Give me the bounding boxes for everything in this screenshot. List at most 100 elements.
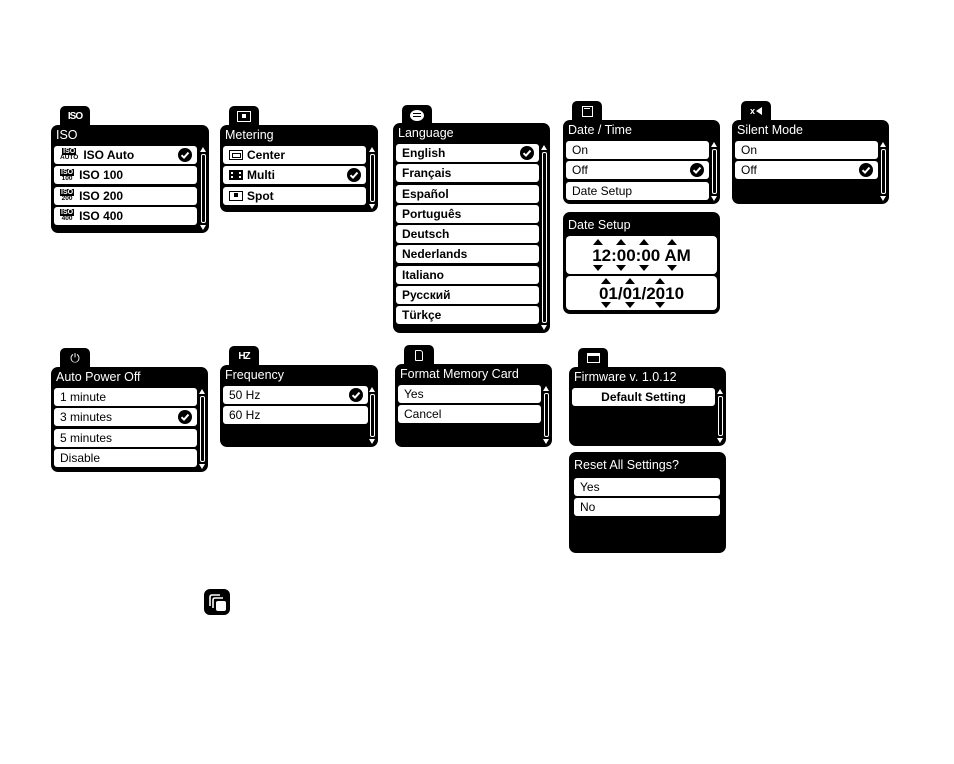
panel-title: ISO: [56, 128, 78, 142]
check-icon: [178, 410, 192, 425]
scrollbar[interactable]: [711, 142, 718, 201]
menu-item-iso-auto[interactable]: ISO AUTO ISO Auto: [54, 146, 197, 164]
date-time-panel: Date / Time On Off Date Setup: [563, 101, 720, 204]
iso-panel: ISO ISO ISO AUTO ISO Auto ISO 100 ISO 100 …: [51, 106, 209, 233]
menu-item-date-setup[interactable]: Date Setup: [566, 181, 709, 200]
day-up-arrow[interactable]: [625, 278, 635, 284]
language-panel: Language English Français Español Portug…: [393, 105, 550, 333]
power-icon: ⏻: [70, 350, 80, 365]
menu-item-portugues[interactable]: Português: [396, 204, 539, 223]
scrollbar[interactable]: [717, 389, 724, 443]
ampm-down-arrow[interactable]: [667, 265, 677, 271]
menu-item-spot[interactable]: Spot: [223, 186, 366, 205]
panel-title: Firmware v. 1.0.12: [574, 370, 677, 384]
panel-title: Silent Mode: [737, 123, 804, 137]
menu-item-yes[interactable]: Yes: [398, 385, 541, 403]
menu-item-on[interactable]: On: [566, 141, 709, 159]
minute-up-arrow[interactable]: [616, 239, 626, 245]
ampm-up-arrow[interactable]: [667, 239, 677, 245]
frequency-panel: HZ Frequency 50 Hz 60 Hz: [220, 346, 378, 447]
menu-item-cancel[interactable]: Cancel: [398, 405, 541, 424]
scrollbar[interactable]: [369, 147, 376, 209]
month-up-arrow[interactable]: [601, 278, 611, 284]
menu-item-1-minute[interactable]: 1 minute: [54, 388, 197, 406]
scrollbar[interactable]: [199, 389, 206, 469]
scrollbar[interactable]: [200, 147, 207, 230]
check-icon: [690, 163, 704, 178]
scrollbar[interactable]: [369, 387, 376, 444]
metering-tab: [229, 106, 259, 126]
format-memory-card-panel: Format Memory Card Yes Cancel: [395, 345, 552, 447]
frequency-tab: HZ: [229, 346, 259, 366]
year-up-arrow[interactable]: [655, 278, 665, 284]
date-time-tab: [572, 101, 602, 121]
sd-card-icon: [415, 349, 423, 361]
menu-item-italiano[interactable]: Italiano: [396, 265, 539, 284]
year-down-arrow[interactable]: [655, 302, 665, 308]
check-icon: [347, 168, 361, 183]
scrollbar[interactable]: [541, 145, 548, 330]
check-icon: [859, 163, 873, 178]
calendar-icon: [581, 105, 593, 117]
stacked-pages-icon: [204, 589, 230, 615]
menu-item-60hz[interactable]: 60 Hz: [223, 406, 368, 425]
iso-auto-icon: ISO AUTO: [60, 148, 79, 162]
hour-up-arrow[interactable]: [593, 239, 603, 245]
menu-item-50hz[interactable]: 50 Hz: [223, 386, 368, 404]
second-down-arrow[interactable]: [639, 265, 649, 271]
speech-bubble-icon: [410, 109, 424, 121]
menu-item-off[interactable]: Off: [566, 161, 709, 180]
menu-item-iso-400[interactable]: ISO 400 ISO 400: [54, 206, 197, 225]
check-icon: [520, 146, 534, 160]
hour-down-arrow[interactable]: [593, 265, 603, 271]
metering-panel: Metering Center Multi Spot: [220, 106, 378, 212]
center-metering-icon: [229, 150, 243, 160]
panel-title: Date / Time: [568, 123, 632, 137]
check-icon: [349, 388, 363, 402]
scrollbar[interactable]: [543, 386, 550, 444]
language-tab: [402, 105, 432, 125]
menu-item-5-minutes[interactable]: 5 minutes: [54, 428, 197, 447]
menu-item-espanol[interactable]: Español: [396, 184, 539, 203]
menu-item-iso-200[interactable]: ISO 200 ISO 200: [54, 186, 197, 205]
default-setting-button[interactable]: Default Setting: [572, 388, 715, 406]
format-memory-card-tab: [404, 345, 434, 365]
menu-item-russian[interactable]: Русский: [396, 286, 539, 305]
menu-item-nederlands[interactable]: Nederlands: [396, 245, 539, 264]
iso-tab: ISO: [60, 106, 90, 126]
menu-item-francais[interactable]: Français: [396, 164, 539, 183]
menu-item-multi[interactable]: Multi: [223, 166, 366, 185]
panel-title: Auto Power Off: [56, 370, 141, 384]
second-up-arrow[interactable]: [639, 239, 649, 245]
menu-item-center[interactable]: Center: [223, 146, 366, 164]
menu-item-deutsch[interactable]: Deutsch: [396, 225, 539, 244]
panel-title: Metering: [225, 128, 274, 142]
silent-mode-panel: x Silent Mode On Off: [732, 101, 889, 204]
day-down-arrow[interactable]: [625, 302, 635, 308]
silent-mode-tab: x: [741, 101, 771, 121]
panel-title: Frequency: [225, 368, 285, 382]
scrollbar[interactable]: [880, 142, 887, 201]
minute-down-arrow[interactable]: [616, 265, 626, 271]
menu-item-3-minutes[interactable]: 3 minutes: [54, 408, 197, 427]
menu-item-off[interactable]: Off: [735, 161, 878, 180]
metering-icon: [237, 110, 251, 122]
month-down-arrow[interactable]: [601, 302, 611, 308]
hz-icon: HZ: [238, 350, 250, 362]
panel-title: Language: [398, 126, 454, 140]
menu-item-disable[interactable]: Disable: [54, 448, 197, 467]
check-icon: [178, 148, 192, 162]
menu-item-iso-100[interactable]: ISO 100 ISO 100: [54, 166, 197, 185]
auto-power-off-tab: ⏻: [60, 348, 90, 368]
multi-metering-icon: [229, 170, 243, 181]
spot-metering-icon: [229, 190, 243, 201]
date-setup-panel: Date Setup 12:00:00 AM 01/01/2010: [563, 212, 720, 314]
menu-item-no[interactable]: No: [574, 498, 720, 517]
menu-item-turkce[interactable]: Türkçe: [396, 306, 539, 325]
firmware-panel: Firmware v. 1.0.12 Default Setting: [569, 348, 726, 446]
menu-item-on[interactable]: On: [735, 141, 878, 159]
date-field[interactable]: 01/01/2010: [566, 276, 717, 310]
time-field[interactable]: 12:00:00 AM: [566, 236, 717, 274]
menu-item-english[interactable]: English: [396, 144, 539, 162]
menu-item-yes[interactable]: Yes: [574, 478, 720, 496]
